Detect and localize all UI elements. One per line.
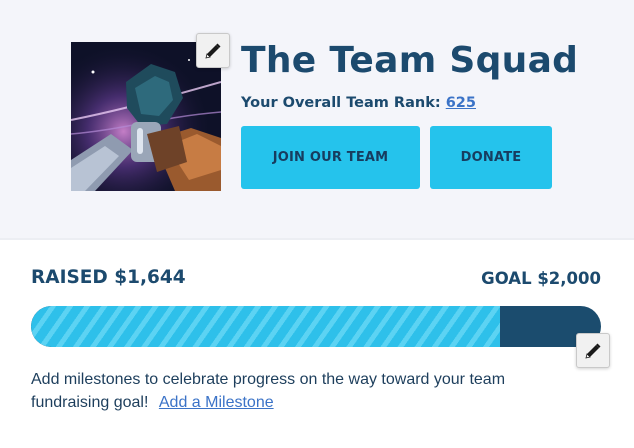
team-header: The Team Squad Your Overall Team Rank: 6… bbox=[0, 0, 634, 238]
team-rank-link[interactable]: 625 bbox=[446, 95, 476, 111]
pencil-icon bbox=[585, 343, 601, 359]
progress-bar bbox=[31, 306, 601, 347]
team-name-heading: The Team Squad bbox=[241, 40, 579, 81]
fundraising-progress: RAISED $1,644 GOAL $2,000 Add milestones… bbox=[0, 238, 634, 448]
team-rank-label: Your Overall Team Rank: bbox=[241, 95, 441, 111]
pencil-icon bbox=[205, 43, 221, 59]
goal-amount: GOAL $2,000 bbox=[481, 269, 601, 288]
raised-amount: RAISED $1,644 bbox=[31, 267, 186, 288]
edit-goal-button[interactable] bbox=[576, 333, 610, 368]
progress-bar-fill bbox=[31, 306, 500, 347]
team-rank: Your Overall Team Rank: 625 bbox=[241, 95, 476, 111]
add-milestone-link[interactable]: Add a Milestone bbox=[159, 394, 274, 411]
edit-team-image-button[interactable] bbox=[196, 33, 230, 68]
join-team-button[interactable]: JOIN OUR TEAM bbox=[241, 126, 420, 189]
milestone-prompt: Add milestones to celebrate progress on … bbox=[31, 368, 571, 414]
donate-button[interactable]: DONATE bbox=[430, 126, 552, 189]
